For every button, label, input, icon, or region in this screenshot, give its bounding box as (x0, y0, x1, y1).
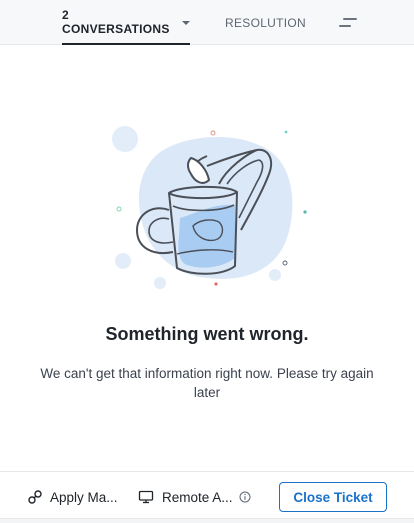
tab-resolution-label: RESOLUTION (225, 15, 307, 30)
close-ticket-button[interactable]: Close Ticket (279, 482, 387, 512)
chevron-down-icon (182, 20, 190, 25)
apply-macro-label: Apply Ma... (50, 489, 118, 505)
menu-lines-icon[interactable] (339, 16, 357, 30)
error-title: Something went wrong. (105, 324, 309, 344)
macro-link-icon (28, 490, 42, 504)
tab-bar: 2 CONVERSATIONS RESOLUTION (0, 0, 414, 45)
tab-conversations-label: 2 CONVERSATIONS (62, 7, 170, 36)
remote-assist-label: Remote A... (162, 489, 233, 505)
monitor-icon (138, 490, 154, 504)
error-message: We can't get that information right now.… (40, 366, 374, 400)
remote-assist-button[interactable]: Remote A... (138, 482, 251, 512)
info-icon[interactable] (239, 491, 251, 503)
action-bar: Apply Ma... Remote A... Close Ticket (0, 471, 414, 523)
watering-can-illustration (107, 118, 307, 293)
bottom-divider (0, 518, 414, 523)
tab-conversations[interactable]: 2 CONVERSATIONS (62, 0, 190, 45)
apply-macro-button[interactable]: Apply Ma... (28, 482, 118, 512)
ticket-panel: 2 CONVERSATIONS RESOLUTION Something wen… (0, 0, 414, 523)
tab-resolution[interactable]: RESOLUTION (225, 0, 307, 45)
